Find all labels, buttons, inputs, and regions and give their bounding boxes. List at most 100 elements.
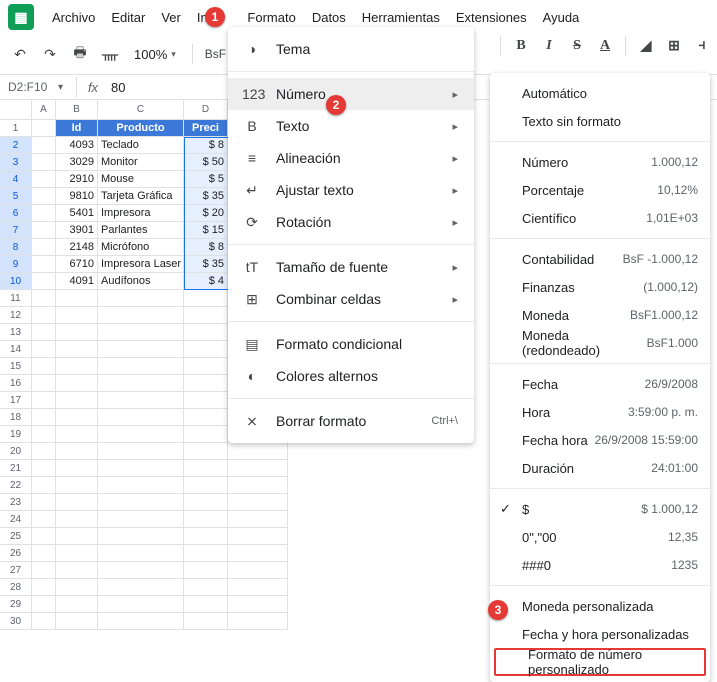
format-menu-ajustar-texto[interactable]: ↵Ajustar texto▸: [228, 174, 474, 206]
cell[interactable]: $ 15: [184, 222, 228, 239]
row-header[interactable]: 14: [0, 341, 32, 358]
row-header[interactable]: 1: [0, 120, 32, 137]
paint-format-icon[interactable]: ᚄ: [98, 42, 122, 66]
cell[interactable]: [32, 290, 56, 307]
cell[interactable]: Audífonos: [98, 273, 184, 290]
cell[interactable]: [184, 511, 228, 528]
cell[interactable]: [184, 613, 228, 630]
cell[interactable]: [56, 613, 98, 630]
cell[interactable]: [98, 392, 184, 409]
cell[interactable]: [98, 409, 184, 426]
row-header[interactable]: 12: [0, 307, 32, 324]
cell[interactable]: [32, 358, 56, 375]
cell[interactable]: [184, 392, 228, 409]
cell[interactable]: [184, 494, 228, 511]
redo-icon[interactable]: ↷: [38, 42, 62, 66]
format-menu-número[interactable]: 123Número▸: [228, 78, 474, 110]
cell[interactable]: [32, 171, 56, 188]
cell[interactable]: [228, 494, 288, 511]
menu-archivo[interactable]: Archivo: [44, 6, 103, 29]
cell[interactable]: [184, 460, 228, 477]
cell[interactable]: [228, 477, 288, 494]
cell[interactable]: [98, 511, 184, 528]
cell[interactable]: [32, 222, 56, 239]
cell[interactable]: $ 4: [184, 273, 228, 290]
format-menu-formato-condicional[interactable]: ▤Formato condicional: [228, 328, 474, 360]
row-header[interactable]: 2: [0, 137, 32, 154]
cell[interactable]: $ 5: [184, 171, 228, 188]
merge-icon[interactable]: ⫞: [690, 34, 714, 58]
cell[interactable]: [56, 409, 98, 426]
cell[interactable]: [32, 205, 56, 222]
cell[interactable]: $ 35: [184, 256, 228, 273]
format-menu-alineación[interactable]: ≡Alineación▸: [228, 142, 474, 174]
format-menu-borrar-formato[interactable]: ⨯Borrar formatoCtrl+\: [228, 405, 474, 437]
cell[interactable]: [98, 358, 184, 375]
cell[interactable]: [98, 324, 184, 341]
cell[interactable]: Id: [56, 120, 98, 137]
number-format-hora[interactable]: Hora3:59:00 p. m.: [490, 398, 710, 426]
row-header[interactable]: 23: [0, 494, 32, 511]
cell[interactable]: [98, 341, 184, 358]
cell[interactable]: Monitor: [98, 154, 184, 171]
cell[interactable]: [184, 528, 228, 545]
cell[interactable]: [32, 596, 56, 613]
row-header[interactable]: 9: [0, 256, 32, 273]
select-all-corner[interactable]: [0, 100, 32, 120]
menu-ayuda[interactable]: Ayuda: [535, 6, 588, 29]
cell[interactable]: [184, 443, 228, 460]
cell[interactable]: [228, 460, 288, 477]
cell[interactable]: [32, 375, 56, 392]
cell[interactable]: [56, 579, 98, 596]
cell[interactable]: Tarjeta Gráfica: [98, 188, 184, 205]
row-header[interactable]: 26: [0, 545, 32, 562]
menu-extensiones[interactable]: Extensiones: [448, 6, 535, 29]
cell[interactable]: [184, 409, 228, 426]
format-menu-tamaño-de-fuente[interactable]: tTTamaño de fuente▸: [228, 251, 474, 283]
cell[interactable]: [184, 579, 228, 596]
number-format-finanzas[interactable]: Finanzas(1.000,12): [490, 273, 710, 301]
cell[interactable]: [56, 307, 98, 324]
cell[interactable]: $ 8: [184, 137, 228, 154]
cell[interactable]: [98, 290, 184, 307]
number-format-fecha-hora[interactable]: Fecha hora26/9/2008 15:59:00: [490, 426, 710, 454]
cell[interactable]: [32, 324, 56, 341]
cell[interactable]: [56, 375, 98, 392]
cell[interactable]: [32, 239, 56, 256]
number-format-moneda[interactable]: MonedaBsF1.000,12: [490, 301, 710, 329]
cell[interactable]: [98, 426, 184, 443]
cell[interactable]: [32, 528, 56, 545]
cell[interactable]: $ 8: [184, 239, 228, 256]
format-menu-rotación[interactable]: ⟳Rotación▸: [228, 206, 474, 238]
cell[interactable]: $ 20: [184, 205, 228, 222]
bold-icon[interactable]: B: [509, 34, 533, 58]
cell[interactable]: 4091: [56, 273, 98, 290]
row-header[interactable]: 20: [0, 443, 32, 460]
cell[interactable]: [32, 426, 56, 443]
row-header[interactable]: 8: [0, 239, 32, 256]
row-header[interactable]: 22: [0, 477, 32, 494]
row-header[interactable]: 24: [0, 511, 32, 528]
cell[interactable]: [184, 545, 228, 562]
column-header-C[interactable]: C: [98, 100, 184, 120]
cell[interactable]: [56, 477, 98, 494]
cell[interactable]: [32, 154, 56, 171]
format-menu-combinar-celdas[interactable]: ⊞Combinar celdas▸: [228, 283, 474, 315]
cell[interactable]: [184, 477, 228, 494]
cell[interactable]: Teclado: [98, 137, 184, 154]
cell[interactable]: [56, 358, 98, 375]
cell[interactable]: [32, 511, 56, 528]
number-format-n-mero[interactable]: Número1.000,12: [490, 148, 710, 176]
borders-icon[interactable]: ⊞: [662, 34, 686, 58]
cell[interactable]: [32, 307, 56, 324]
cell[interactable]: [56, 392, 98, 409]
cell[interactable]: [228, 613, 288, 630]
cell[interactable]: [184, 358, 228, 375]
cell[interactable]: Micrófono: [98, 239, 184, 256]
cell[interactable]: [32, 443, 56, 460]
cell[interactable]: [32, 273, 56, 290]
cell[interactable]: Impresora Laser: [98, 256, 184, 273]
row-header[interactable]: 29: [0, 596, 32, 613]
number-format-fecha[interactable]: Fecha26/9/2008: [490, 370, 710, 398]
row-header[interactable]: 4: [0, 171, 32, 188]
